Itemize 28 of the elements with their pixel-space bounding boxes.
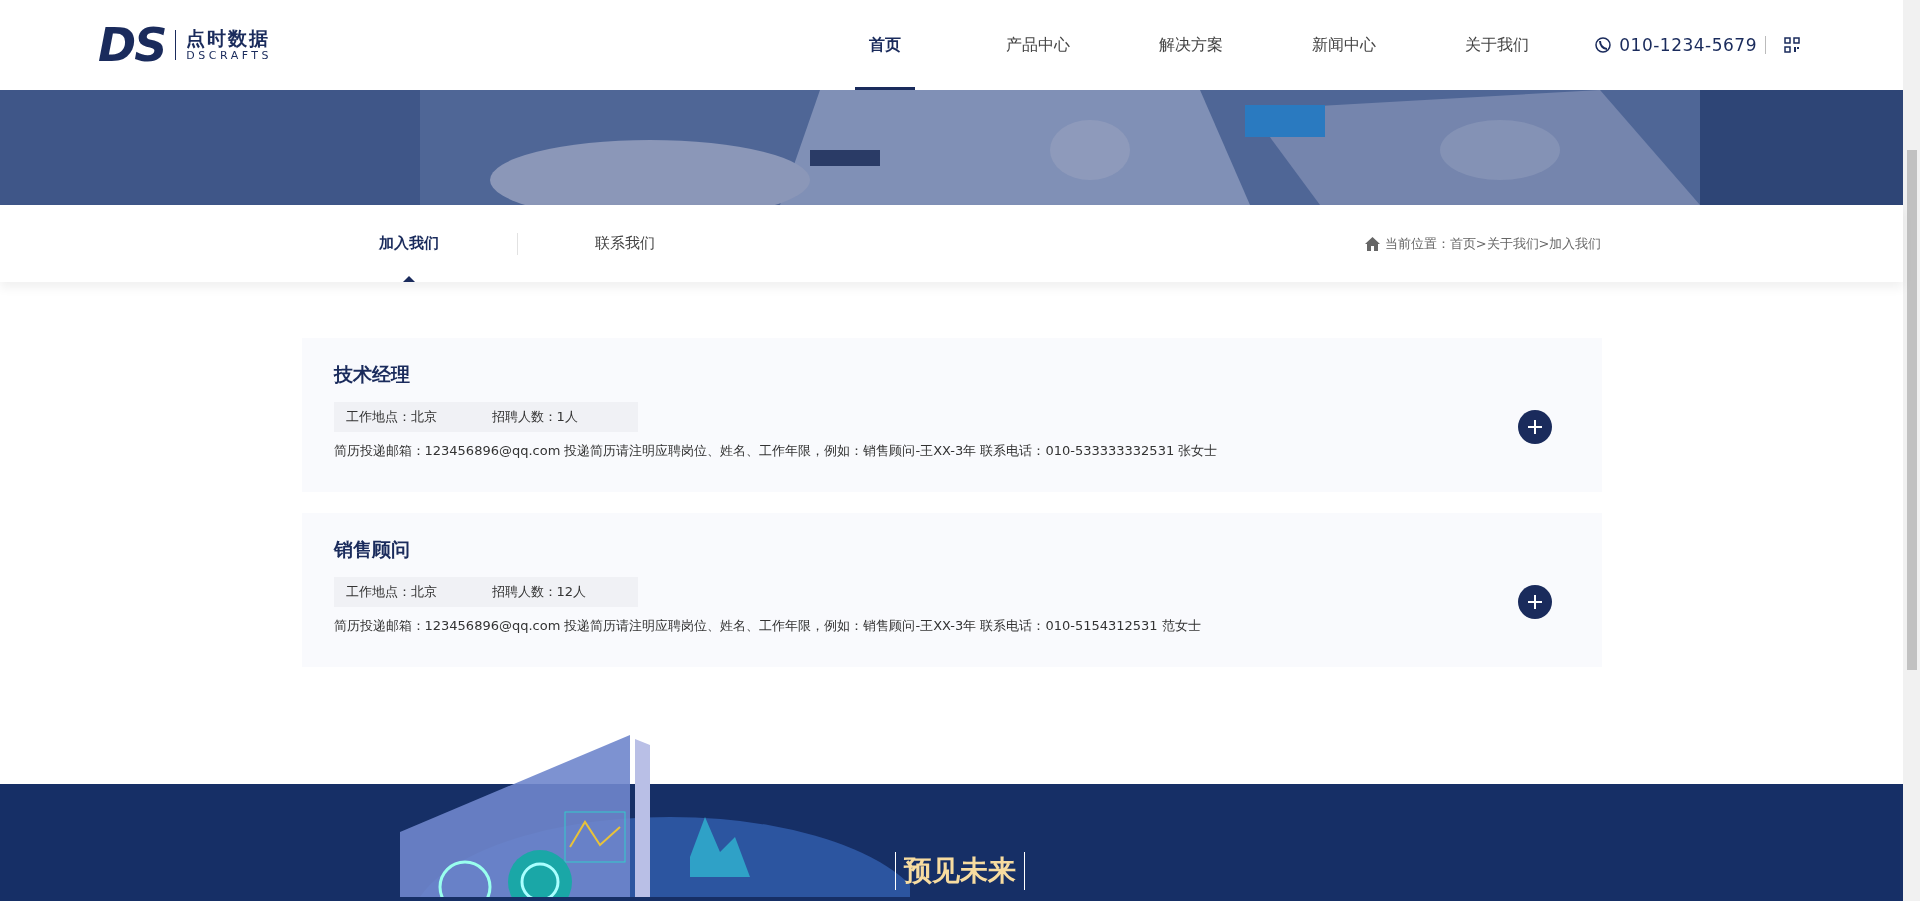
job-description: 简历投递邮箱：123456896@qq.com 投递简历请注明应聘岗位、姓名、工作年限，例如：销售顾问-王XX-3年 联系电话：010-5154312531 范女士 [333, 617, 1202, 635]
phone-icon [1595, 37, 1612, 53]
job-title: 技术经理 [333, 362, 411, 387]
nav-link[interactable]: 解决方案 [1144, 0, 1237, 90]
nav-link[interactable]: 关于我们 [1450, 0, 1543, 90]
qr-code-icon[interactable] [1784, 37, 1800, 53]
nav-link[interactable]: 新闻中心 [1297, 0, 1390, 90]
expand-button[interactable] [1517, 410, 1552, 444]
breadcrumb: 当前位置：首页>关于我们>加入我们 [1384, 234, 1602, 253]
nav-link[interactable]: 产品中心 [991, 0, 1084, 90]
logo-name: 点时数据 [186, 29, 272, 48]
job-headcount: 招聘人数：1人 [491, 408, 579, 426]
job-title: 销售顾问 [333, 537, 411, 562]
plus-icon [1525, 593, 1544, 611]
logo-mark: DS [98, 18, 166, 72]
phone-number: 010-1234-5679 [1619, 35, 1757, 55]
section-heading: 预见未来 [895, 852, 1025, 890]
job-headcount: 招聘人数：12人 [491, 583, 588, 601]
section-tab[interactable]: 联系我们 [517, 205, 733, 282]
job-location: 工作地点：北京 [345, 583, 438, 601]
expand-button[interactable] [1517, 585, 1552, 619]
scrollbar[interactable] [1903, 0, 1920, 901]
logo-subtitle: DSCRAFTS [186, 50, 273, 61]
job-location: 工作地点：北京 [345, 408, 438, 426]
home-icon [1364, 236, 1380, 251]
section-tab[interactable]: 加入我们 [301, 205, 517, 282]
job-description: 简历投递邮箱：123456896@qq.com 投递简历请注明应聘岗位、姓名、工作年限，例如：销售顾问-王XX-3年 联系电话：010-533333332531 张女士 [333, 442, 1219, 460]
plus-icon [1525, 418, 1544, 436]
